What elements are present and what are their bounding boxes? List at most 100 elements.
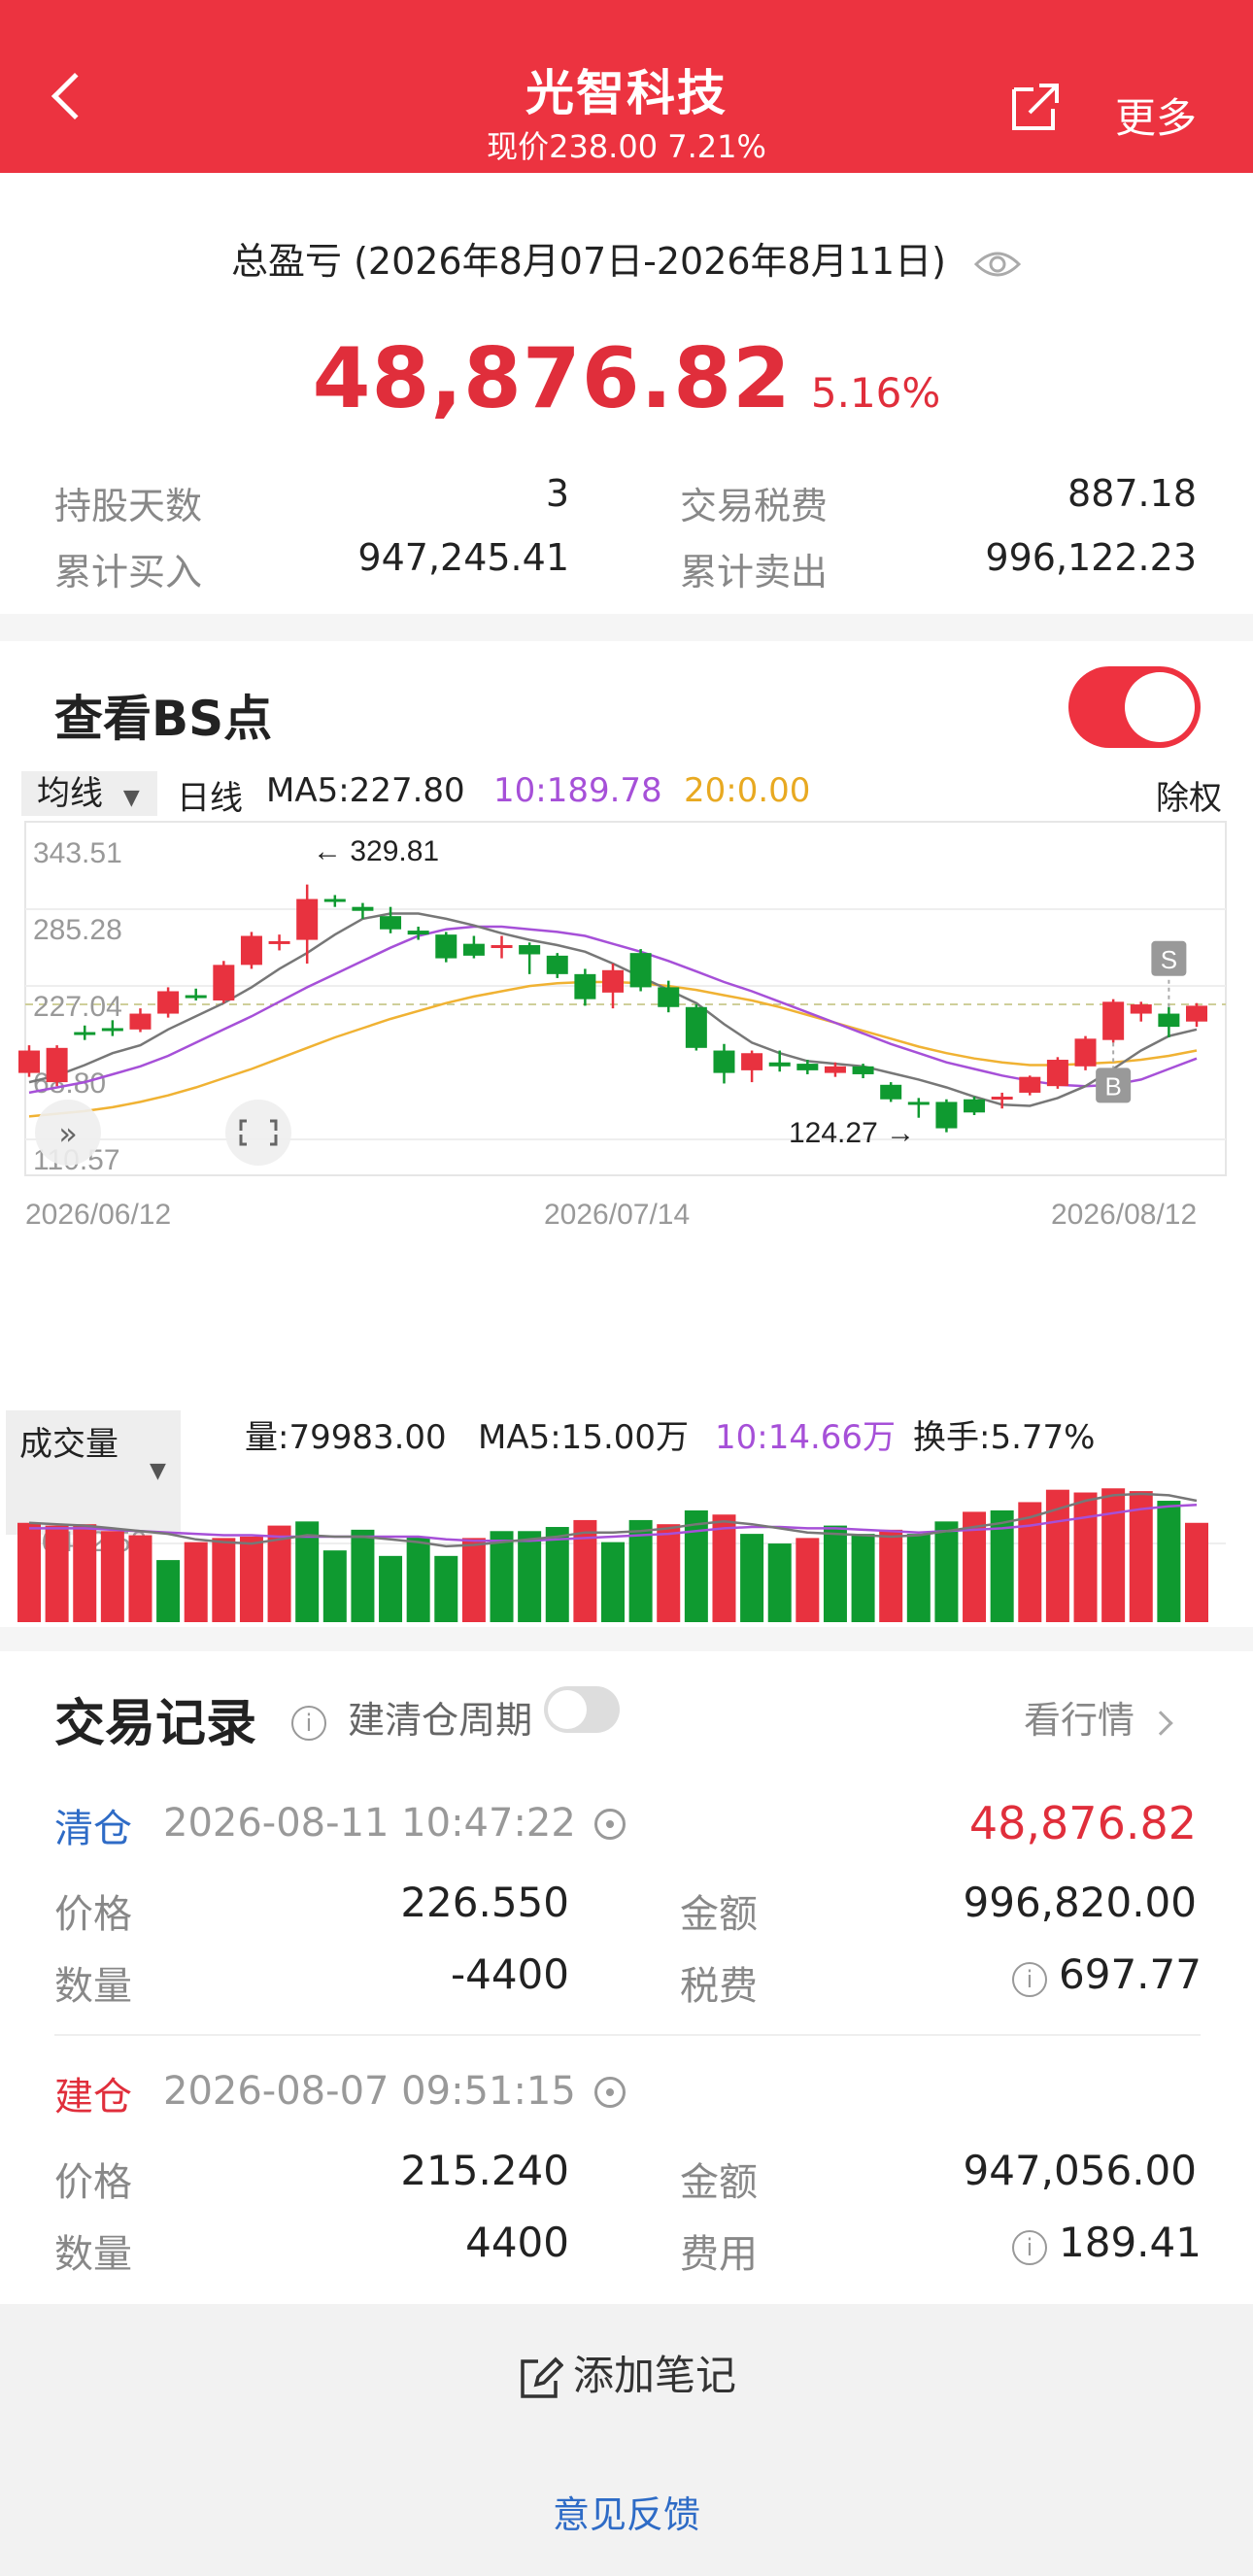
record-value: 697.77 (1059, 1950, 1202, 1998)
candle-body (323, 898, 346, 902)
volume-bar (879, 1529, 903, 1622)
locate-target-icon[interactable] (594, 2077, 626, 2108)
volume-legend: 量:79983.00 MA5:15.00万 10:14.66万 换手:5.77% (21, 1407, 1232, 1465)
record-label: 数量 (54, 1964, 132, 2009)
locate-target-icon[interactable] (594, 1809, 626, 1840)
volume-ma10-label: 10:14.66万 (715, 1418, 897, 1457)
bs-title: 查看BS点 (54, 691, 273, 747)
candle-body (713, 1050, 735, 1073)
period-label: 总盈亏 (2026年8月07日-2026年8月11日) (0, 231, 1253, 285)
candle-body (352, 906, 374, 911)
double-chevron-icon: » (58, 1115, 78, 1152)
chevron-right-icon (1148, 1710, 1173, 1736)
record-time: 2026-08-11 10:47:22 (163, 1801, 576, 1846)
record-label: 数量 (54, 2232, 132, 2277)
candle-body (964, 1099, 986, 1113)
turnover-label: 换手:5.77% (913, 1418, 1096, 1457)
candle-body (185, 995, 207, 999)
sell-marker-label: S (1161, 945, 1177, 974)
volume-bar (1101, 1488, 1126, 1622)
volume-bar (73, 1524, 97, 1622)
candle-body (629, 953, 652, 988)
candle-body (1102, 1001, 1125, 1040)
view-market-link[interactable]: 看行情 (1024, 1690, 1173, 1744)
bs-toggle[interactable] (1068, 666, 1201, 748)
volume-bar (1157, 1501, 1181, 1622)
record-type: 清仓 (54, 1807, 132, 1851)
candlestick-chart[interactable]: 343.51285.28227.0468.80110.57← 329.81124… (0, 816, 1253, 1399)
record-value: 947,056.00 (963, 2147, 1197, 2194)
record-label: 费用 (680, 2232, 758, 2277)
candle-body (18, 1050, 40, 1073)
volume-bar (184, 1542, 208, 1622)
candle-body (546, 955, 568, 974)
x-date-label: 2026/07/14 (544, 1199, 690, 1231)
eye-icon[interactable] (973, 249, 1022, 280)
market-text: 看行情 (1024, 1699, 1135, 1742)
candle-body (435, 934, 457, 959)
trades-title: 交易记录 (54, 1695, 257, 1753)
total-pnl: 48,876.82 5.16% (0, 330, 1253, 427)
y-tick-label: 227.04 (33, 991, 122, 1023)
toggle-knob (1125, 672, 1195, 742)
candle-body (74, 1032, 96, 1035)
period-label[interactable]: 日线 (177, 771, 243, 819)
fullscreen-button (225, 1100, 291, 1166)
volume-label: 量:79983.00 (245, 1418, 447, 1457)
ma-legend: 均线 ▼ 日线 MA5:227.80 10:189.78 20:0.00 除权 (21, 771, 1232, 819)
volume-bar (823, 1525, 847, 1622)
stock-title: 光智科技 (525, 65, 728, 121)
volume-bar (851, 1534, 875, 1622)
candle-body (574, 973, 596, 1000)
period-text: 总盈亏 (2026年8月07日-2026年8月11日) (230, 240, 946, 283)
info-icon[interactable]: i (1012, 1962, 1047, 1997)
x-date-label: 2026/06/12 (25, 1199, 171, 1231)
volume-bar (573, 1519, 597, 1622)
record-label: 价格 (54, 2160, 132, 2205)
x-date-label: 2026/08/12 (1051, 1199, 1197, 1231)
chart-frame (24, 821, 1227, 1176)
record-label: 税费 (680, 1964, 758, 2009)
add-note-label: 添加笔记 (572, 2352, 736, 2399)
volume-bar (461, 1538, 486, 1622)
more-button[interactable]: 更多 (1115, 85, 1197, 145)
volume-bar (128, 1535, 152, 1622)
y-tick-label: 68.80 (33, 1068, 106, 1100)
stat-label: 累计买入 (54, 551, 203, 593)
info-icon[interactable]: i (291, 1705, 326, 1741)
volume-bar (379, 1555, 403, 1622)
candle-body (268, 940, 290, 944)
volume-bar (601, 1542, 625, 1622)
stat-value: 996,122.23 (985, 536, 1197, 579)
volume-bar (740, 1534, 764, 1622)
candle-body (1074, 1038, 1097, 1067)
share-icon[interactable] (1008, 80, 1063, 134)
candle-body (1019, 1076, 1041, 1093)
volume-bar (1185, 1522, 1208, 1622)
candle-body (824, 1066, 846, 1073)
adjust-label[interactable]: 除权 (1156, 771, 1222, 819)
candle-body (296, 898, 319, 940)
total-pnl-value: 48,876.82 (312, 330, 792, 427)
volume-bar (906, 1534, 931, 1622)
info-icon[interactable]: i (1012, 2230, 1047, 2265)
candle-body (380, 916, 402, 930)
volume-bar (351, 1529, 375, 1622)
candle-body (1158, 1013, 1180, 1028)
cycle-switch[interactable] (544, 1686, 620, 1733)
volume-bar (17, 1522, 41, 1622)
ma-selector[interactable]: 均线 ▼ (21, 771, 157, 816)
volume-bar (1073, 1492, 1098, 1622)
candle-body (1130, 1004, 1152, 1014)
record-value: 226.550 (400, 1879, 569, 1926)
volume-bar (657, 1524, 681, 1622)
volume-bar (767, 1543, 792, 1622)
add-note-button[interactable]: 添加笔记 (0, 2343, 1253, 2402)
candle-body (101, 1028, 123, 1032)
edit-icon (521, 2356, 564, 2398)
volume-bar (45, 1525, 69, 1622)
candle-body (741, 1053, 763, 1070)
volume-bar (239, 1536, 263, 1622)
volume-bar (100, 1531, 124, 1622)
feedback-link[interactable]: 意见反馈 (0, 2485, 1253, 2538)
